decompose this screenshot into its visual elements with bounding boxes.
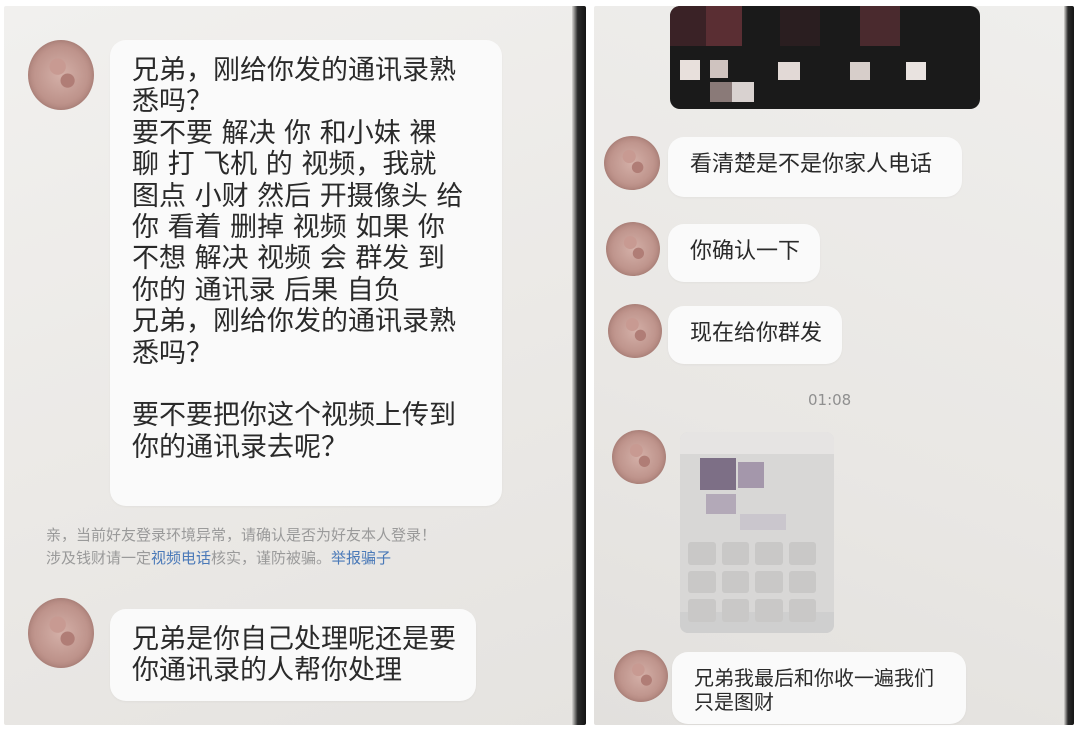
- contact-avatar-icon[interactable]: [614, 650, 668, 702]
- message-text: 兄弟是你自己处理呢还是要 你通讯录的人帮你处理: [132, 624, 456, 687]
- contact-avatar-icon[interactable]: [28, 40, 94, 110]
- message-timestamp: 01:08: [808, 391, 852, 409]
- phone-frame-edge: [1064, 6, 1074, 725]
- message-text: 看清楚是不是你家人电话: [690, 152, 933, 177]
- video-call-link[interactable]: 视频电话: [151, 549, 211, 567]
- message-text: 兄弟我最后和你收一遍我们 只是图财: [694, 666, 934, 714]
- keypad-preview: [688, 542, 816, 622]
- security-notice-line2: 涉及钱财请一定视频电话核实，谨防被骗。举报骗子: [46, 549, 392, 567]
- chat-screenshot-right: [594, 6, 1074, 725]
- security-notice-line1: 亲，当前好友登录环境异常，请确认是否为好友本人登录！: [46, 526, 437, 544]
- message-bubble[interactable]: 兄弟我最后和你收一遍我们 只是图财: [672, 652, 966, 724]
- contact-avatar-icon[interactable]: [28, 598, 94, 668]
- security-notice: 亲，当前好友登录环境异常，请确认是否为好友本人登录！ 涉及钱财请一定视频电话核实…: [46, 524, 546, 570]
- pixelated-image-message[interactable]: [670, 6, 980, 109]
- report-scammer-link[interactable]: 举报骗子: [331, 549, 391, 567]
- message-bubble[interactable]: 你确认一下: [668, 224, 820, 282]
- contact-avatar-icon[interactable]: [604, 136, 660, 190]
- message-text: 兄弟，刚给你发的通讯录熟 悉吗？ 要不要 解决 你 和小妹 裸 聊 打 飞机 的…: [132, 55, 464, 463]
- contact-avatar-icon[interactable]: [606, 222, 660, 276]
- message-bubble[interactable]: 现在给你群发: [668, 306, 842, 364]
- message-text: 你确认一下: [690, 239, 801, 264]
- phone-frame-edge: [572, 6, 586, 725]
- message-bubble[interactable]: 看清楚是不是你家人电话: [668, 137, 962, 197]
- message-bubble[interactable]: 兄弟是你自己处理呢还是要 你通讯录的人帮你处理: [110, 609, 476, 701]
- contact-avatar-icon[interactable]: [608, 304, 662, 358]
- contact-avatar-icon[interactable]: [612, 430, 666, 484]
- message-bubble[interactable]: 兄弟，刚给你发的通讯录熟 悉吗？ 要不要 解决 你 和小妹 裸 聊 打 飞机 的…: [110, 40, 502, 506]
- chat-screenshot-left: 兄弟，刚给你发的通讯录熟 悉吗？ 要不要 解决 你 和小妹 裸 聊 打 飞机 的…: [4, 6, 586, 725]
- pixelated-image-message[interactable]: [680, 432, 834, 633]
- message-text: 现在给你群发: [690, 321, 823, 346]
